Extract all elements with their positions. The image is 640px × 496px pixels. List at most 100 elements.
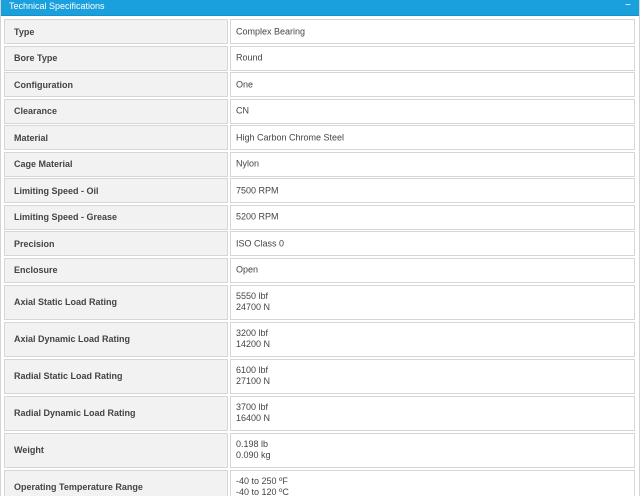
spec-row: Limiting Speed - Oil 7500 RPM: [4, 178, 635, 204]
spec-value-line: CN: [236, 105, 249, 116]
spec-value-cell: Nylon: [230, 151, 635, 177]
spec-label: Weight: [14, 445, 44, 456]
spec-value-line: Nylon: [236, 158, 260, 169]
spec-value-cell: 6100 lbf 27100 N: [230, 358, 635, 394]
spec-value-line: 0.198 lb: [236, 439, 269, 450]
spec-label-cell: Material: [4, 125, 228, 151]
spec-value: 5200 RPM: [236, 212, 279, 223]
spec-row: Radial Dynamic Load Rating 3700 lbf 16400 …: [4, 395, 635, 431]
spec-label: Axial Dynamic Load Rating: [14, 334, 131, 345]
spec-row: Radial Static Load Rating 6100 lbf 27100 N: [4, 358, 635, 394]
spec-label: Limiting Speed - Oil: [14, 185, 99, 196]
spec-label: Operating Temperature Range: [14, 482, 143, 493]
spec-label-cell: Precision: [4, 231, 228, 257]
spec-value-line: 3200 lbf: [236, 328, 269, 339]
spec-value-line: 3700 lbf: [236, 402, 269, 413]
spec-value: Nylon: [236, 159, 259, 170]
spec-value: High Carbon Chrome Steel: [236, 132, 344, 143]
spec-value-line: 27100 N: [236, 376, 271, 387]
spec-value-line: -40 to 120 ºC: [236, 487, 289, 496]
panel-header[interactable]: Technical Specifications −: [1, 0, 639, 16]
spec-label: Axial Static Load Rating: [14, 297, 118, 307]
spec-label: Cage Material: [14, 159, 73, 170]
spec-value-cell: 3700 lbf 16400 N: [230, 395, 635, 431]
spec-value: One: [236, 79, 253, 90]
spec-value: Open: [236, 265, 258, 276]
spec-label: Radial Dynamic Load Rating: [14, 408, 136, 419]
spec-value-cell: Complex Bearing: [230, 19, 635, 44]
spec-value: 3200 lbf 14200 N: [236, 328, 270, 350]
spec-value-line: 0.090 kg: [236, 450, 271, 461]
spec-label: Type: [14, 26, 35, 37]
spec-label-cell: Clearance: [4, 98, 228, 124]
spec-value: Round: [236, 53, 263, 64]
spec-value: CN: [236, 106, 249, 117]
spec-value-line: Open: [236, 264, 259, 275]
spec-label: Bore Type: [14, 53, 58, 64]
spec-value-line: 24700 N: [236, 302, 271, 312]
spec-label-cell: Bore Type: [4, 45, 228, 71]
spec-label-cell: Weight: [4, 432, 228, 468]
spec-value-line: ISO Class 0: [236, 238, 285, 249]
spec-value-cell: 0.198 lb 0.090 kg: [230, 432, 635, 468]
spec-value: 0.198 lb 0.090 kg: [236, 439, 271, 461]
spec-row: Material High Carbon Chrome Steel: [4, 125, 635, 151]
spec-value-line: 14200 N: [236, 339, 271, 350]
spec-value-cell: 5550 lbf 24700 N: [230, 284, 635, 320]
spec-row: Axial Static Load Rating 5550 lbf 24700 N: [4, 284, 635, 320]
spec-value-line: 5200 RPM: [236, 211, 279, 222]
spec-value-cell: Open: [230, 257, 635, 283]
spec-value: 6100 lbf 27100 N: [236, 365, 270, 387]
spec-label: Material: [14, 132, 49, 143]
spec-value: 3700 lbf 16400 N: [236, 402, 270, 424]
spec-value-cell: High Carbon Chrome Steel: [230, 125, 635, 151]
panel-title: Technical Specifications: [9, 1, 105, 11]
spec-row: Limiting Speed - Grease 5200 RPM: [4, 204, 635, 230]
spec-value-cell: 5200 RPM: [230, 204, 635, 230]
spec-label: Precision: [14, 238, 55, 249]
spec-value-line: -40 to 250 ºF: [236, 476, 288, 487]
spec-row: Clearance CN: [4, 98, 635, 124]
spec-value-line: 6100 lbf: [236, 365, 269, 376]
spec-label: Enclosure: [14, 265, 58, 276]
spec-value-cell: 3200 lbf 14200 N: [230, 321, 635, 357]
spec-value-cell: -40 to 250 ºF -40 to 120 ºC: [230, 469, 635, 496]
spec-row: Type Complex Bearing: [4, 19, 635, 44]
spec-value-line: One: [236, 79, 254, 90]
spec-value-cell: CN: [230, 98, 635, 124]
spec-value-line: Round: [236, 52, 263, 63]
spec-label-cell: Enclosure: [4, 257, 228, 283]
spec-row: Precision ISO Class 0: [4, 231, 635, 257]
spec-label-cell: Cage Material: [4, 151, 228, 177]
spec-value: 7500 RPM: [236, 185, 279, 196]
spec-value-line: Complex Bearing: [236, 26, 306, 36]
spec-label-cell: Radial Dynamic Load Rating: [4, 395, 228, 431]
spec-value-line: 16400 N: [236, 413, 271, 424]
spec-value-line: 7500 RPM: [236, 185, 279, 196]
spec-label-cell: Limiting Speed - Grease: [4, 204, 228, 230]
spec-label: Clearance: [14, 106, 58, 117]
spec-row: Cage Material Nylon: [4, 151, 635, 177]
spec-row: Operating Temperature Range -40 to 250 ºF…: [4, 469, 635, 496]
collapse-icon[interactable]: −: [625, 0, 631, 11]
spec-label-cell: Limiting Speed - Oil: [4, 178, 228, 204]
spec-value: -40 to 250 ºF -40 to 120 ºC: [236, 476, 289, 496]
spec-value: 5550 lbf 24700 N: [236, 291, 270, 313]
spec-label-cell: Axial Static Load Rating: [4, 284, 228, 320]
spec-label: Configuration: [14, 79, 73, 90]
tech-specs-panel: Technical Specifications − Type Complex B…: [0, 0, 640, 496]
spec-value-cell: 7500 RPM: [230, 178, 635, 204]
spec-label-cell: Operating Temperature Range: [4, 469, 228, 496]
spec-label-cell: Configuration: [4, 72, 228, 98]
spec-row: Enclosure Open: [4, 257, 635, 283]
spec-value-cell: Round: [230, 45, 635, 71]
spec-value-line: 5550 lbf: [236, 291, 269, 301]
spec-row: Bore Type Round: [4, 45, 635, 71]
spec-row: Configuration One: [4, 72, 635, 98]
spec-label-cell: Radial Static Load Rating: [4, 358, 228, 394]
spec-value-cell: One: [230, 72, 635, 98]
spec-row: Axial Dynamic Load Rating 3200 lbf 14200 N: [4, 321, 635, 357]
spec-value-cell: ISO Class 0: [230, 231, 635, 257]
spec-value-line: High Carbon Chrome Steel: [236, 132, 345, 143]
spec-value: Complex Bearing: [236, 26, 305, 37]
